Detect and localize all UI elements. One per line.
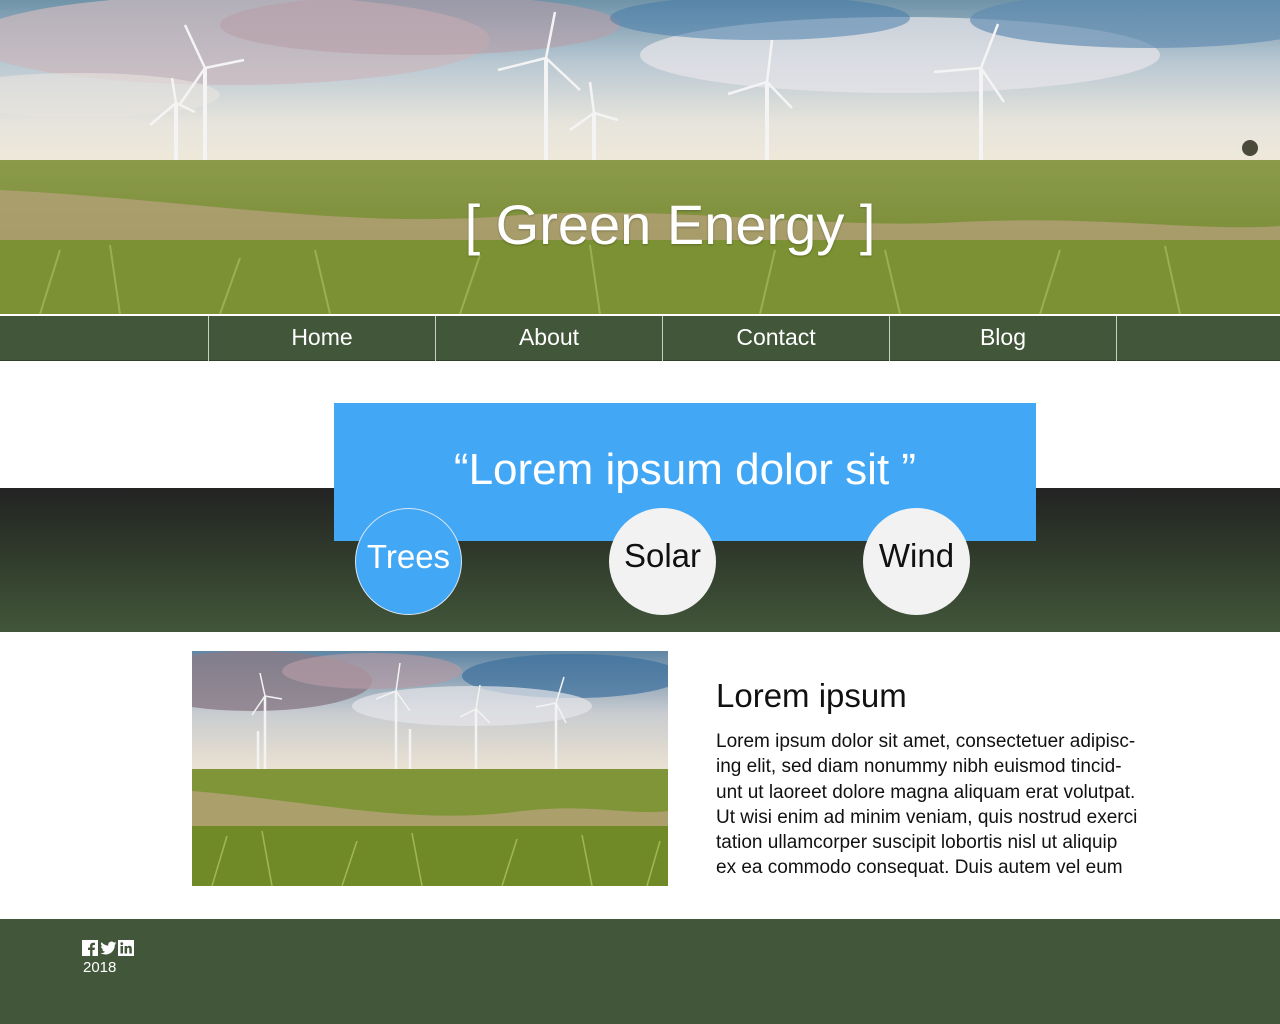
article-line: ing elit, sed diam nonummy nibh euismod … — [716, 756, 1122, 778]
site-title: [ Green Energy ] — [464, 193, 876, 256]
facebook-icon[interactable] — [82, 940, 98, 956]
hero-banner: [ Green Energy ] — [0, 0, 1280, 314]
nav-item-blog[interactable]: Blog — [889, 316, 1116, 361]
main-nav: Home About Contact Blog — [0, 314, 1280, 361]
nav-spacer-left — [0, 316, 208, 361]
article-line: tation ullamcorper suscipit lobortis nis… — [716, 832, 1118, 854]
nav-item-home[interactable]: Home — [208, 316, 435, 361]
footer: 2018 — [0, 919, 1280, 1024]
category-wind-button[interactable]: Wind — [863, 508, 970, 615]
copyright-year: 2018 — [83, 959, 117, 976]
social-links — [82, 940, 134, 956]
category-solar-button[interactable]: Solar — [609, 508, 716, 615]
nav-item-contact[interactable]: Contact — [662, 316, 889, 361]
article-line: Lorem ipsum dolor sit amet, consectetuer… — [716, 731, 1136, 752]
article-line: ex ea commodo consequat. Duis autem vel … — [716, 857, 1123, 879]
twitter-icon[interactable] — [100, 940, 117, 956]
linkedin-icon[interactable] — [118, 940, 134, 956]
article-image — [192, 651, 668, 886]
wind-farm-image — [0, 0, 1280, 314]
article-body: Lorem ipsum dolor sit amet, consectetuer… — [716, 729, 1176, 881]
category-trees-button[interactable]: Trees — [355, 508, 462, 615]
article-line: unt ut laoreet dolore magna aliquam erat… — [716, 781, 1136, 803]
nav-item-about[interactable]: About — [435, 316, 662, 361]
nav-spacer-right — [1116, 316, 1280, 361]
quote-text: “Lorem ipsum dolor sit ” — [453, 445, 917, 494]
article-title: Lorem ipsum — [716, 677, 907, 714]
article-line: Ut wisi enim ad minim veniam, quis nostr… — [716, 806, 1138, 828]
